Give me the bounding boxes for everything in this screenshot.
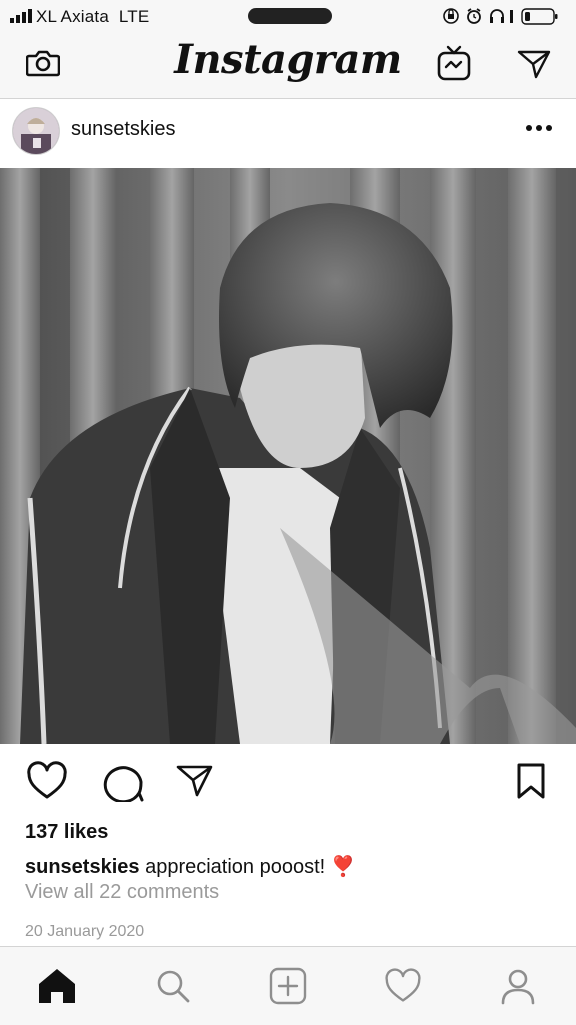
bluetooth-bar-icon (510, 10, 513, 23)
post-date: 20 January 2020 (25, 923, 145, 940)
likes-count[interactable]: 137 likes (25, 821, 108, 844)
view-comments-link[interactable]: View all 22 comments (25, 881, 219, 904)
bookmark-icon[interactable] (516, 762, 546, 800)
avatar[interactable] (12, 107, 60, 155)
app-logo: Instagram (174, 36, 402, 83)
more-options-icon[interactable] (522, 118, 556, 138)
battery-icon (521, 8, 558, 25)
tab-home[interactable] (36, 965, 78, 1007)
comment-icon[interactable] (101, 760, 145, 802)
profile-icon (501, 969, 535, 1005)
tab-new-post[interactable] (267, 965, 309, 1007)
search-icon (157, 970, 190, 1003)
caption-text: appreciation pooost! (145, 856, 326, 878)
status-icons (443, 8, 558, 25)
status-bar: XL Axiata LTE (0, 0, 576, 34)
tab-activity[interactable] (382, 965, 424, 1007)
network-type: LTE (118, 7, 150, 26)
caption-emoji: ❣️ (330, 856, 356, 878)
post-image[interactable] (0, 168, 576, 744)
home-icon (39, 969, 75, 1003)
caption-username[interactable]: sunsetskies (25, 856, 140, 878)
heart-icon[interactable] (26, 761, 68, 801)
notch (248, 8, 332, 24)
tab-profile[interactable] (497, 965, 539, 1007)
post-username[interactable]: sunsetskies (71, 118, 176, 141)
carrier-label: XL Axiata LTE (36, 7, 149, 27)
activity-icon (385, 968, 421, 1002)
post-caption: sunsetskies appreciation pooost! ❣️ (25, 854, 356, 879)
tab-bar (0, 946, 576, 1025)
tab-search[interactable] (152, 965, 194, 1007)
direct-message-icon[interactable] (516, 48, 552, 80)
signal-strength-icon (10, 9, 32, 23)
igtv-icon[interactable] (437, 44, 471, 82)
orientation-lock-icon (443, 8, 459, 24)
share-icon[interactable] (176, 764, 214, 798)
alarm-icon (467, 8, 481, 24)
new-post-icon (269, 967, 307, 1005)
headphones-icon (490, 9, 504, 23)
carrier-name: XL Axiata (36, 7, 109, 26)
app-header: Instagram (0, 34, 576, 99)
avatar-image (13, 108, 59, 154)
